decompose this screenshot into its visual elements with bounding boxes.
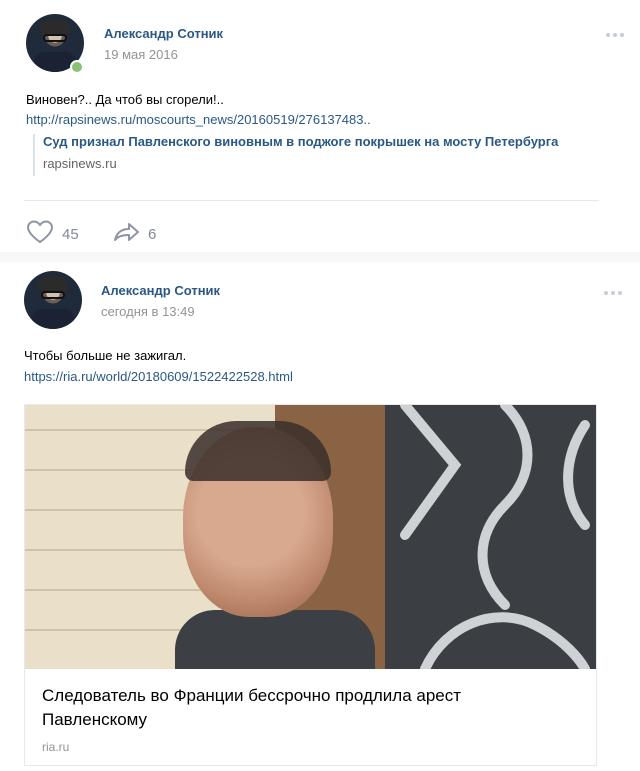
like-count: 45 — [62, 225, 79, 243]
more-dots-icon[interactable] — [606, 33, 624, 37]
actions-divider — [24, 200, 599, 201]
share-count: 6 — [148, 225, 157, 243]
post-separator — [0, 252, 640, 262]
more-dots-icon[interactable] — [604, 291, 622, 295]
share-arrow-icon — [112, 220, 140, 248]
link-preview-card[interactable]: Следователь во Франции бессрочно продлил… — [24, 404, 597, 766]
card-domain: ria.ru — [42, 740, 70, 754]
post-link[interactable]: https://ria.ru/world/20180609/1522422528… — [24, 369, 293, 384]
preview-photo[interactable] — [25, 405, 596, 669]
author-name[interactable]: Александр Сотник — [104, 26, 223, 41]
share-button[interactable]: 6 — [112, 220, 156, 248]
post-2: Александр Сотник сегодня в 13:49 Чтобы б… — [0, 262, 640, 771]
post-link[interactable]: http://rapsinews.ru/moscourts_news/20160… — [26, 112, 371, 127]
snippet-title[interactable]: Суд признал Павленского виновным в поджо… — [43, 134, 558, 149]
snippet-domain: rapsinews.ru — [43, 156, 117, 171]
author-name[interactable]: Александр Сотник — [101, 283, 220, 298]
post-date[interactable]: 19 мая 2016 — [104, 47, 178, 62]
heart-icon — [26, 220, 54, 248]
post-text: Виновен?.. Да чтоб вы сгорели!.. — [26, 92, 224, 107]
like-button[interactable]: 45 — [26, 220, 79, 248]
link-snippet[interactable]: Суд признал Павленского виновным в поджо… — [33, 134, 605, 176]
online-indicator — [70, 60, 84, 74]
post-1: Александр Сотник 19 мая 2016 Виновен?.. … — [0, 0, 632, 252]
post-date[interactable]: сегодня в 13:49 — [101, 304, 195, 319]
post-text: Чтобы больше не зажигал. — [24, 348, 187, 363]
card-title[interactable]: Следователь во Франции бессрочно продлил… — [42, 684, 562, 732]
author-avatar[interactable] — [24, 271, 82, 329]
